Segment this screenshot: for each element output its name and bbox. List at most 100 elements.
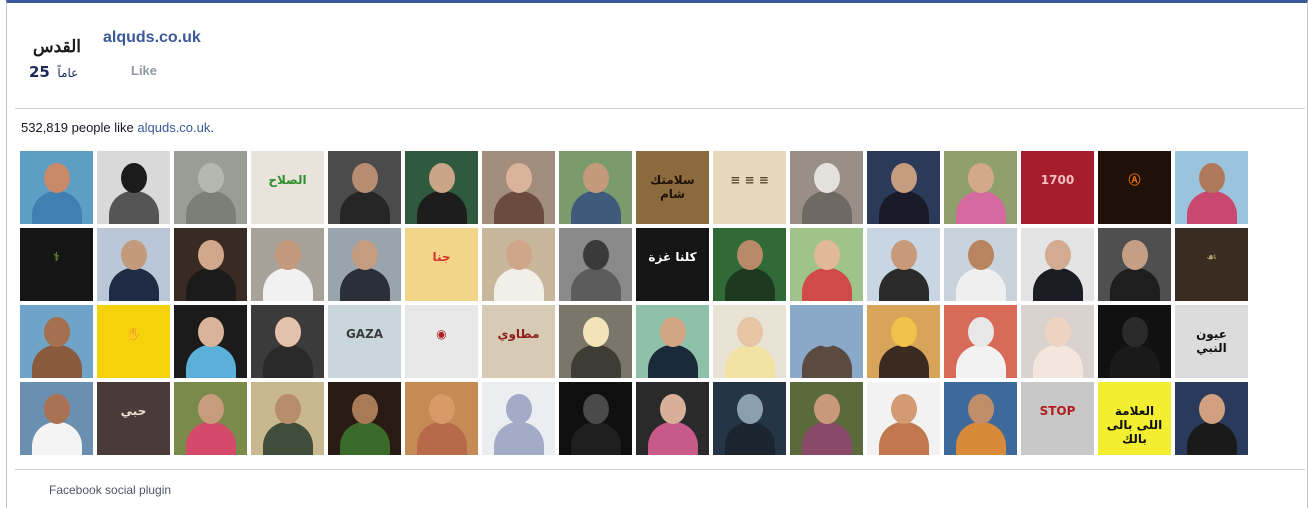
fan-avatar-head (1122, 240, 1148, 270)
fan-avatar[interactable] (1021, 305, 1094, 378)
fan-avatar-body (340, 268, 390, 301)
fan-avatar[interactable] (1175, 151, 1248, 224)
like-count-line: 532,819 people like alquds.co.uk. (21, 120, 214, 135)
fan-avatar[interactable]: ☙ (1175, 228, 1248, 301)
fan-avatar[interactable] (944, 228, 1017, 301)
fan-avatar-body (186, 191, 236, 224)
fan-avatar[interactable] (174, 305, 247, 378)
fan-avatar[interactable] (251, 382, 324, 455)
fan-avatar[interactable] (790, 228, 863, 301)
fan-avatar[interactable] (867, 228, 940, 301)
fan-avatar-caption: GAZA (345, 327, 384, 341)
fan-avatar[interactable] (405, 151, 478, 224)
fan-avatar[interactable] (867, 305, 940, 378)
fan-avatar[interactable] (790, 305, 863, 378)
fan-avatar-head (44, 317, 70, 347)
fan-avatar-head (583, 240, 609, 270)
page-link[interactable]: alquds.co.uk (137, 120, 210, 135)
fan-avatar[interactable] (97, 151, 170, 224)
fan-avatar-head (198, 163, 224, 193)
fan-avatar[interactable]: GAZA (328, 305, 401, 378)
fan-avatar[interactable] (174, 228, 247, 301)
fan-avatar[interactable]: ✋ (97, 305, 170, 378)
fan-avatar[interactable]: سلامتك شام (636, 151, 709, 224)
fan-avatar[interactable] (328, 151, 401, 224)
fan-avatar[interactable] (174, 151, 247, 224)
fan-avatar[interactable]: مطاوي (482, 305, 555, 378)
fan-avatar[interactable] (251, 305, 324, 378)
fan-avatar[interactable] (713, 228, 786, 301)
fan-avatar[interactable] (944, 305, 1017, 378)
fan-avatar[interactable] (559, 305, 632, 378)
fan-avatar[interactable]: 1700 (1021, 151, 1094, 224)
fan-avatar[interactable] (174, 382, 247, 455)
fan-avatar[interactable] (328, 228, 401, 301)
fan-avatar-head (583, 394, 609, 424)
fan-avatar[interactable] (20, 382, 93, 455)
fan-avatar[interactable] (97, 228, 170, 301)
page-name-link[interactable]: alquds.co.uk (103, 29, 201, 47)
fan-avatar[interactable]: كلنا غزة (636, 228, 709, 301)
fan-avatar-body (879, 191, 929, 224)
fan-avatar[interactable] (1098, 228, 1171, 301)
fan-avatar[interactable] (944, 151, 1017, 224)
fan-avatar[interactable] (559, 382, 632, 455)
fan-avatar-body (956, 422, 1006, 455)
like-count-suffix: . (210, 120, 215, 135)
fan-avatar[interactable] (1098, 305, 1171, 378)
fan-avatar[interactable] (1175, 382, 1248, 455)
fan-avatar[interactable] (20, 305, 93, 378)
fan-avatar[interactable] (867, 382, 940, 455)
fan-avatar[interactable] (636, 305, 709, 378)
fan-avatar[interactable] (405, 382, 478, 455)
fan-avatar[interactable] (636, 382, 709, 455)
fan-avatar-head (737, 317, 763, 347)
fan-avatar-head (198, 394, 224, 424)
fan-avatar[interactable] (867, 151, 940, 224)
fan-avatar-body (571, 191, 621, 224)
fan-avatar[interactable]: العلامة اللى بالى بالك (1098, 382, 1171, 455)
fan-avatar[interactable] (790, 151, 863, 224)
fan-avatar-body (1187, 191, 1237, 224)
fan-avatar-body (494, 268, 544, 301)
fan-avatar[interactable] (1021, 228, 1094, 301)
page-logo[interactable]: القدس عاماً 25 (23, 29, 87, 87)
fan-avatar[interactable]: ◉ (405, 305, 478, 378)
fan-avatar[interactable] (713, 382, 786, 455)
like-count-text: people like (68, 120, 138, 135)
fan-avatar[interactable]: ≡ ≡ ≡ (713, 151, 786, 224)
fan-avatar[interactable] (251, 228, 324, 301)
fan-avatar-body (340, 191, 390, 224)
fan-avatar-head (891, 163, 917, 193)
fan-avatar-body (1187, 422, 1237, 455)
fan-avatar[interactable] (328, 382, 401, 455)
like-button[interactable]: Like (131, 63, 157, 78)
fan-avatar-body (725, 268, 775, 301)
fan-avatar-head (814, 163, 840, 193)
fan-avatar[interactable] (559, 151, 632, 224)
fan-avatar-body (32, 191, 82, 224)
fan-avatar[interactable]: Ⓐ (1098, 151, 1171, 224)
fan-avatar[interactable]: عيون النبي (1175, 305, 1248, 378)
fan-avatar[interactable] (20, 151, 93, 224)
fan-avatar[interactable] (944, 382, 1017, 455)
fan-avatar-caption: ✋ (126, 327, 141, 341)
fan-avatar[interactable] (559, 228, 632, 301)
fan-avatar[interactable] (482, 228, 555, 301)
fan-avatar[interactable]: الصلاح (251, 151, 324, 224)
fan-avatar[interactable]: STOP (1021, 382, 1094, 455)
fan-avatar-body (417, 191, 467, 224)
fan-avatar-head (1199, 394, 1225, 424)
fan-avatar[interactable] (790, 382, 863, 455)
fan-avatar[interactable]: ⚕ (20, 228, 93, 301)
fan-avatar[interactable] (482, 151, 555, 224)
fan-avatar-head (814, 394, 840, 424)
social-plugin-footer[interactable]: Facebook social plugin (49, 483, 171, 497)
fan-avatar-head (1045, 240, 1071, 270)
fan-avatar[interactable]: حبي (97, 382, 170, 455)
fan-avatar[interactable]: جنا (405, 228, 478, 301)
fan-avatar-body (802, 422, 852, 455)
fan-avatar-head (968, 240, 994, 270)
fan-avatar[interactable] (713, 305, 786, 378)
fan-avatar[interactable] (482, 382, 555, 455)
